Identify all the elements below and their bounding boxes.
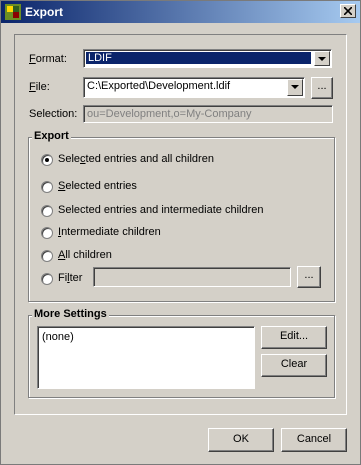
title-bar[interactable]: Export	[1, 1, 360, 23]
close-icon	[344, 7, 352, 15]
radio-label[interactable]: Selected entries and all children	[58, 153, 214, 165]
export-group-title: Export	[32, 130, 71, 142]
cancel-button[interactable]: Cancel	[281, 428, 347, 452]
radio-button[interactable]	[41, 205, 53, 217]
close-button[interactable]	[340, 4, 356, 18]
list-item[interactable]: (none)	[42, 331, 74, 343]
selection-label: Selection:	[29, 108, 78, 120]
file-value: C:\Exported\Development.ldif	[87, 80, 231, 92]
settings-list[interactable]: (none)	[37, 326, 255, 389]
export-dialog: Export Format: LDIF File: C:\Exported\De…	[0, 0, 361, 465]
radio-label[interactable]: Selected entries	[58, 180, 137, 192]
more-settings-title: More Settings	[32, 308, 109, 320]
radio-button[interactable]	[41, 273, 53, 285]
main-panel: Format: LDIF File: C:\Exported\Developme…	[14, 34, 347, 415]
radio-button[interactable]	[41, 154, 53, 166]
radio-label[interactable]: Intermediate children	[58, 226, 161, 238]
radio-label[interactable]: Selected entries and intermediate childr…	[58, 204, 263, 216]
clear-button[interactable]: Clear	[261, 354, 327, 377]
app-icon	[5, 4, 21, 20]
chevron-down-icon	[318, 57, 326, 61]
radio-label[interactable]: Filter	[58, 272, 82, 284]
file-label: File:	[29, 81, 50, 93]
selection-value: ou=Development,o=My-Company	[87, 108, 252, 120]
filter-browse-button[interactable]: ...	[297, 266, 321, 288]
format-dropdown-button[interactable]	[314, 51, 330, 66]
selection-field[interactable]: ou=Development,o=My-Company	[83, 105, 333, 123]
radio-dot	[45, 158, 49, 162]
file-browse-button[interactable]: ...	[311, 77, 333, 99]
file-select[interactable]: C:\Exported\Development.ldif	[83, 77, 305, 98]
file-dropdown-button[interactable]	[287, 79, 303, 96]
window-title: Export	[25, 5, 64, 19]
chevron-down-icon	[291, 85, 299, 89]
format-select[interactable]: LDIF	[83, 49, 332, 68]
edit-button[interactable]: Edit...	[261, 326, 327, 349]
radio-button[interactable]	[41, 181, 53, 193]
format-label: Format:	[29, 53, 67, 65]
radio-button[interactable]	[41, 227, 53, 239]
radio-label[interactable]: All children	[58, 249, 112, 261]
radio-button[interactable]	[41, 250, 53, 262]
ok-button[interactable]: OK	[208, 428, 274, 452]
filter-field[interactable]	[93, 267, 291, 287]
format-value: LDIF	[86, 52, 311, 64]
